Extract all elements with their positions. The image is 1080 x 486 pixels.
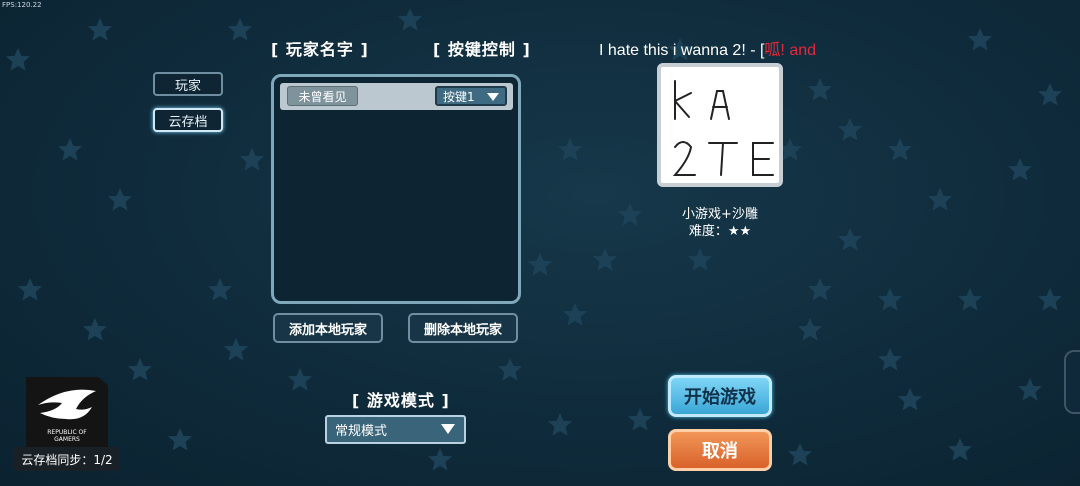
start-game-button[interactable]: 开始游戏 — [668, 375, 772, 417]
cancel-button[interactable]: 取消 — [668, 429, 772, 471]
level-title-highlight: 呱! and — [764, 42, 817, 59]
sidebar-item-cloud-save[interactable]: 云存档 — [153, 108, 223, 132]
player-row[interactable]: 未曾看见 按键1 — [280, 83, 513, 110]
game-mode-value: 常规模式 — [335, 424, 388, 439]
fps-counter: FPS:120.22 — [2, 1, 42, 9]
game-mode-header: [ 游戏模式 ] — [352, 391, 450, 410]
level-info: 小游戏+沙雕 难度：★★ — [650, 206, 790, 240]
chevron-down-icon — [487, 93, 499, 101]
level-difficulty: 难度：★★ — [688, 224, 752, 239]
key-binding-select[interactable]: 按键1 — [435, 86, 507, 106]
player-name-header: [ 玩家名字 ] — [271, 40, 369, 59]
logo-line-1: REPUBLIC OF — [47, 429, 87, 436]
level-thumbnail — [657, 63, 783, 187]
rog-eye-icon: REPUBLIC OF GAMERS — [38, 389, 96, 443]
game-mode-select[interactable]: 常规模式 — [325, 415, 466, 444]
edge-drawer-handle[interactable] — [1064, 350, 1080, 414]
level-thumbnail-drawing — [672, 80, 774, 176]
key-control-header: [ 按键控制 ] — [433, 40, 531, 59]
player-list-panel: 未曾看见 按键1 — [271, 74, 521, 304]
player-name-chip[interactable]: 未曾看见 — [287, 86, 358, 106]
add-local-player-button[interactable]: 添加本地玩家 — [273, 313, 383, 343]
sidebar-item-player[interactable]: 玩家 — [153, 72, 223, 96]
remove-local-player-button[interactable]: 删除本地玩家 — [408, 313, 518, 343]
level-title-main: I hate this i wanna 2! - [ — [599, 42, 765, 59]
level-title: I hate this i wanna 2! - [呱! and — [599, 36, 816, 60]
rog-logo: REPUBLIC OF GAMERS — [26, 377, 108, 447]
logo-line-2: GAMERS — [54, 436, 80, 443]
key-binding-value: 按键1 — [443, 89, 475, 104]
chevron-down-icon — [441, 424, 455, 434]
level-category: 小游戏+沙雕 — [682, 207, 758, 222]
cloud-sync-status: 云存档同步：1/2 — [14, 447, 120, 471]
